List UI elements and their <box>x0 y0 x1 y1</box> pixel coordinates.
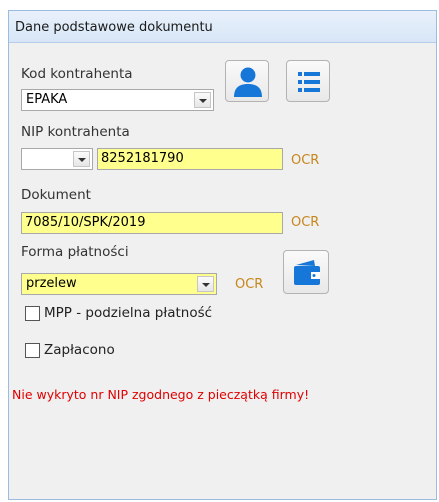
chevron-down-icon[interactable] <box>194 92 211 108</box>
person-icon <box>234 67 262 97</box>
payment-wallet-button[interactable] <box>283 250 329 294</box>
nip-error-message: Nie wykryto nr NIP zgodnego z pieczątką … <box>12 387 310 402</box>
contractor-code-value: EPAKA <box>26 92 68 107</box>
nip-value: 8252181790 <box>101 151 184 166</box>
top-strip <box>0 0 439 10</box>
payment-method-value: przelew <box>26 276 77 291</box>
document-number-input[interactable]: 7085/10/SPK/2019 <box>21 212 283 234</box>
payment-method-select[interactable]: przelew <box>21 273 217 295</box>
nip-ocr-label: OCR <box>291 153 320 168</box>
panel-header: Dane podstawowe dokumentu <box>9 11 436 43</box>
payment-ocr-label: OCR <box>235 277 264 292</box>
wallet-icon <box>294 260 320 285</box>
document-number-value: 7085/10/SPK/2019 <box>25 215 146 230</box>
mpp-label: MPP - podzielna płatność <box>44 305 213 321</box>
contractor-card-button[interactable] <box>225 60 269 102</box>
panel-title: Dane podstawowe dokumentu <box>15 20 213 35</box>
payment-method-label: Forma płatności <box>21 244 129 260</box>
paid-label: Zapłacono <box>44 342 115 358</box>
paid-checkbox[interactable] <box>25 343 40 358</box>
nip-input[interactable]: 8252181790 <box>97 148 283 170</box>
chevron-down-icon[interactable] <box>73 151 90 167</box>
contractor-code-label: Kod kontrahenta <box>21 66 133 82</box>
nip-prefix-select[interactable] <box>21 148 93 170</box>
document-basic-data-panel: Dane podstawowe dokumentu Kod kontrahent… <box>8 10 437 500</box>
mpp-checkbox[interactable] <box>25 306 40 321</box>
contractor-list-button[interactable] <box>286 60 330 102</box>
chevron-down-icon[interactable] <box>197 276 214 292</box>
nip-label: NIP kontrahenta <box>21 124 130 140</box>
document-label: Dokument <box>21 187 91 203</box>
document-ocr-label: OCR <box>291 215 320 230</box>
contractor-code-select[interactable]: EPAKA <box>21 89 214 111</box>
list-icon <box>298 72 320 92</box>
